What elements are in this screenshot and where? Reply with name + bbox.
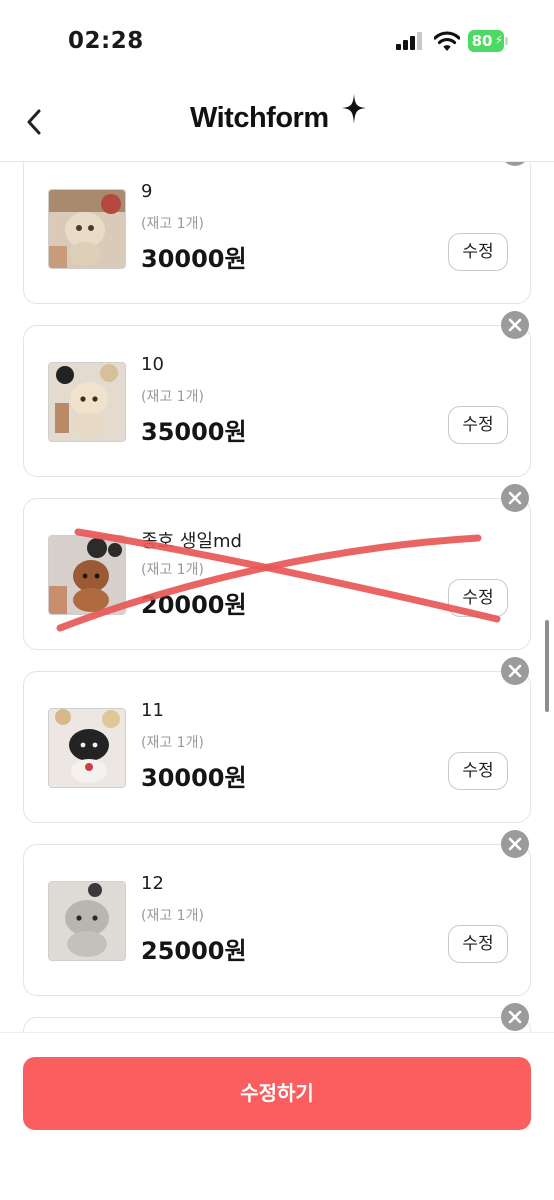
product-card: 종호 생일md (재고 1개) 20000원 수정 (23, 484, 531, 650)
item-price: 30000원 (141, 245, 247, 273)
battery-cap (505, 37, 508, 45)
battery-level: 80 (471, 32, 493, 50)
close-icon (508, 318, 522, 332)
item-name: 9 (141, 181, 153, 202)
product-thumbnail (48, 881, 126, 961)
item-stock: (재고 1개) (141, 908, 204, 924)
submit-edit-button[interactable]: 수정하기 (23, 1057, 531, 1130)
battery-icon: 80 ⚡ (468, 30, 504, 52)
edit-button[interactable]: 수정 (448, 406, 508, 444)
remove-button[interactable] (501, 162, 529, 166)
remove-button[interactable] (501, 484, 529, 512)
product-list: 9 (재고 1개) 30000원 수정 10 (재고 1개) 35000원 수정 (0, 162, 554, 1032)
product-thumbnail (48, 189, 126, 269)
product-card: 10 (재고 1개) 35000원 수정 (23, 311, 531, 477)
back-button[interactable] (20, 106, 50, 138)
status-bar: 02:28 80 ⚡ (0, 0, 554, 80)
logo: Witchform (190, 94, 366, 142)
close-icon (508, 664, 522, 678)
item-price: 35000원 (141, 418, 247, 446)
chevron-left-icon (27, 109, 41, 135)
remove-button[interactable] (501, 830, 529, 858)
bottom-bar: 수정하기 (0, 1032, 554, 1200)
close-icon (508, 837, 522, 851)
status-time: 02:28 (68, 28, 144, 54)
item-name: 10 (141, 354, 164, 375)
logo-text: Witchform (190, 102, 329, 134)
item-stock: (재고 1개) (141, 735, 204, 751)
item-name: 12 (141, 873, 164, 894)
edit-button[interactable]: 수정 (448, 752, 508, 790)
close-icon (501, 162, 529, 166)
close-icon (508, 1010, 522, 1024)
signal-icon (396, 32, 426, 50)
remove-button[interactable] (501, 1003, 529, 1031)
product-thumbnail (48, 362, 126, 442)
close-icon (508, 491, 522, 505)
scrollbar[interactable] (545, 620, 549, 712)
app-header: Witchform (0, 80, 554, 162)
product-card: 11 (재고 1개) 30000원 수정 (23, 657, 531, 823)
item-stock: (재고 1개) (141, 389, 204, 405)
charging-bolt-icon: ⚡ (494, 33, 503, 47)
item-stock: (재고 1개) (141, 562, 204, 578)
item-price: 30000원 (141, 764, 247, 792)
product-card (23, 1003, 531, 1032)
item-name: 종호 생일md (141, 531, 242, 552)
product-thumbnail (48, 708, 126, 788)
item-stock: (재고 1개) (141, 216, 204, 232)
remove-button[interactable] (501, 657, 529, 685)
sparkle-icon (342, 94, 366, 124)
item-price: 25000원 (141, 937, 247, 965)
wifi-icon (433, 30, 461, 52)
item-name: 11 (141, 700, 164, 721)
product-card: 9 (재고 1개) 30000원 수정 (23, 162, 531, 304)
remove-button[interactable] (501, 311, 529, 339)
product-thumbnail (48, 535, 126, 615)
product-card: 12 (재고 1개) 25000원 수정 (23, 830, 531, 996)
edit-button[interactable]: 수정 (448, 233, 508, 271)
edit-button[interactable]: 수정 (448, 925, 508, 963)
item-price: 20000원 (141, 591, 247, 619)
edit-button[interactable]: 수정 (448, 579, 508, 617)
